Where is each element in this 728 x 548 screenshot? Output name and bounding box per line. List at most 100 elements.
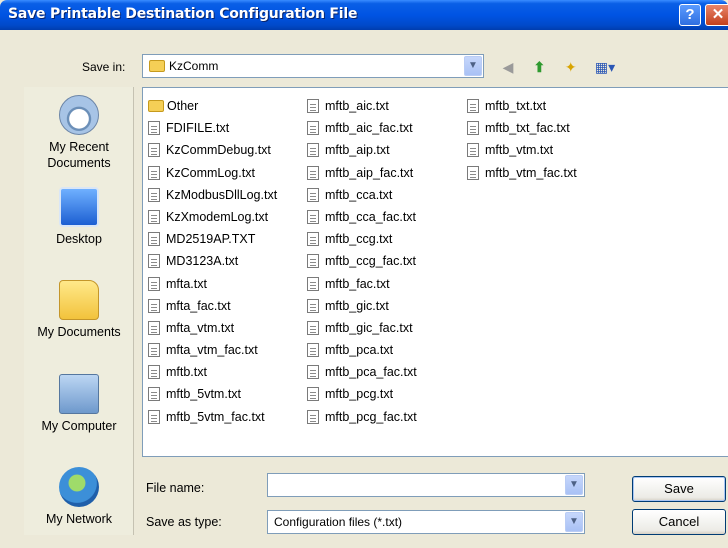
file-item[interactable]: KzCommLog.txt bbox=[148, 162, 277, 184]
file-item[interactable]: KzModbusDllLog.txt bbox=[148, 184, 277, 206]
save-in-dropdown[interactable]: KzComm ▼ bbox=[142, 54, 484, 78]
folder-icon bbox=[148, 100, 164, 112]
close-button[interactable]: ✕ bbox=[705, 4, 728, 26]
file-item[interactable]: mftb_pca.txt bbox=[307, 339, 417, 361]
my-documents-icon bbox=[59, 280, 99, 320]
text-file-icon bbox=[148, 187, 160, 202]
file-item[interactable]: mftb_gic.txt bbox=[307, 295, 417, 317]
save-in-value: KzComm bbox=[169, 59, 219, 73]
file-item[interactable]: mftb_cca.txt bbox=[307, 184, 417, 206]
file-item[interactable]: mftb_txt_fac.txt bbox=[467, 117, 577, 139]
text-file-icon bbox=[307, 409, 319, 424]
file-column-2: mftb_aic.txt mftb_aic_fac.txt mftb_aip.t… bbox=[307, 95, 417, 428]
title-bar: Save Printable Destination Configuration… bbox=[0, 0, 728, 30]
file-item[interactable]: KzXmodemLog.txt bbox=[148, 206, 277, 228]
text-file-icon bbox=[307, 165, 319, 180]
file-item[interactable]: KzCommDebug.txt bbox=[148, 139, 277, 161]
new-folder-icon[interactable]: ✦ bbox=[561, 57, 581, 77]
text-file-icon bbox=[148, 143, 160, 158]
text-file-icon bbox=[307, 298, 319, 313]
file-item[interactable]: FDIFILE.txt bbox=[148, 117, 277, 139]
file-item[interactable]: mftb_txt.txt bbox=[467, 95, 577, 117]
text-file-icon bbox=[148, 165, 160, 180]
text-file-icon bbox=[148, 254, 160, 269]
text-file-icon bbox=[148, 121, 160, 136]
text-file-icon bbox=[307, 143, 319, 158]
cancel-button[interactable]: Cancel bbox=[632, 509, 726, 535]
places-bar: My Recent Documents Desktop My Documents… bbox=[24, 87, 134, 535]
file-item[interactable]: mftb_aic_fac.txt bbox=[307, 117, 417, 139]
window-title: Save Printable Destination Configuration… bbox=[8, 6, 358, 22]
file-column-1: Other FDIFILE.txt KzCommDebug.txt KzComm… bbox=[148, 95, 277, 428]
file-item[interactable]: MD2519AP.TXT bbox=[148, 228, 277, 250]
file-item[interactable]: mftb_cca_fac.txt bbox=[307, 206, 417, 228]
file-item[interactable]: mfta_vtm.txt bbox=[148, 317, 277, 339]
file-item[interactable]: mfta_vtm_fac.txt bbox=[148, 339, 277, 361]
file-column-3: mftb_txt.txt mftb_txt_fac.txt mftb_vtm.t… bbox=[467, 95, 577, 184]
file-item[interactable]: mftb_ccg_fac.txt bbox=[307, 250, 417, 272]
text-file-icon bbox=[148, 365, 160, 380]
up-folder-icon[interactable]: ⬆ bbox=[529, 57, 549, 77]
file-item[interactable]: mftb_vtm.txt bbox=[467, 139, 577, 161]
chevron-down-icon[interactable]: ▼ bbox=[464, 56, 482, 76]
recent-documents-icon bbox=[59, 95, 99, 135]
file-item[interactable]: mftb_gic_fac.txt bbox=[307, 317, 417, 339]
file-item[interactable]: mftb_ccg.txt bbox=[307, 228, 417, 250]
file-item[interactable]: mftb_5vtm_fac.txt bbox=[148, 406, 277, 428]
text-file-icon bbox=[148, 276, 160, 291]
file-item[interactable]: mftb_pcg_fac.txt bbox=[307, 406, 417, 428]
file-item[interactable]: mftb_aip.txt bbox=[307, 139, 417, 161]
text-file-icon bbox=[307, 343, 319, 358]
place-my-documents[interactable]: My Documents bbox=[24, 280, 134, 340]
my-network-icon bbox=[59, 467, 99, 507]
file-item[interactable]: MD3123A.txt bbox=[148, 250, 277, 272]
file-item[interactable]: mftb_pca_fac.txt bbox=[307, 361, 417, 383]
file-item[interactable]: mfta_fac.txt bbox=[148, 295, 277, 317]
file-item[interactable]: mftb_pcg.txt bbox=[307, 383, 417, 405]
file-list[interactable]: Other FDIFILE.txt KzCommDebug.txt KzComm… bbox=[142, 87, 728, 457]
text-file-icon bbox=[307, 320, 319, 335]
text-file-icon bbox=[467, 165, 479, 180]
text-file-icon bbox=[307, 387, 319, 402]
text-file-icon bbox=[307, 187, 319, 202]
text-file-icon bbox=[307, 254, 319, 269]
save-as-type-label: Save as type: bbox=[146, 515, 222, 529]
save-in-label: Save in: bbox=[82, 60, 126, 74]
file-name-field[interactable]: ▼ bbox=[267, 473, 585, 497]
text-file-icon bbox=[148, 409, 160, 424]
file-item[interactable]: mftb_vtm_fac.txt bbox=[467, 162, 577, 184]
place-my-computer[interactable]: My Computer bbox=[24, 374, 134, 434]
file-name-label: File name: bbox=[146, 481, 205, 495]
folder-icon bbox=[149, 60, 165, 72]
file-item[interactable]: mftb_aip_fac.txt bbox=[307, 162, 417, 184]
text-file-icon bbox=[148, 320, 160, 335]
text-file-icon bbox=[307, 121, 319, 136]
text-file-icon bbox=[467, 121, 479, 136]
chevron-down-icon[interactable]: ▼ bbox=[565, 512, 583, 532]
folder-item[interactable]: Other bbox=[148, 95, 277, 117]
text-file-icon bbox=[148, 232, 160, 247]
text-file-icon bbox=[307, 209, 319, 224]
file-item[interactable]: mfta.txt bbox=[148, 273, 277, 295]
save-as-type-dropdown[interactable]: Configuration files (*.txt) ▼ bbox=[267, 510, 585, 534]
chevron-down-icon[interactable]: ▼ bbox=[565, 475, 583, 495]
place-my-recent-documents[interactable]: My Recent Documents bbox=[24, 95, 134, 171]
file-item[interactable]: mftb_fac.txt bbox=[307, 273, 417, 295]
save-as-type-value: Configuration files (*.txt) bbox=[274, 515, 403, 529]
back-arrow-icon[interactable]: ◀ bbox=[498, 57, 518, 77]
help-button[interactable]: ? bbox=[679, 4, 701, 26]
file-item[interactable]: mftb_5vtm.txt bbox=[148, 383, 277, 405]
my-computer-icon bbox=[59, 374, 99, 414]
place-desktop[interactable]: Desktop bbox=[24, 187, 134, 247]
file-item[interactable]: mftb_aic.txt bbox=[307, 95, 417, 117]
text-file-icon bbox=[307, 365, 319, 380]
text-file-icon bbox=[148, 298, 160, 313]
save-button[interactable]: Save bbox=[632, 476, 726, 502]
file-item[interactable]: mftb.txt bbox=[148, 361, 277, 383]
view-menu-icon[interactable]: ▦▾ bbox=[592, 57, 618, 77]
text-file-icon bbox=[148, 209, 160, 224]
text-file-icon bbox=[307, 99, 319, 113]
place-my-network[interactable]: My Network bbox=[24, 467, 134, 527]
desktop-icon bbox=[59, 187, 99, 227]
text-file-icon bbox=[467, 143, 479, 158]
